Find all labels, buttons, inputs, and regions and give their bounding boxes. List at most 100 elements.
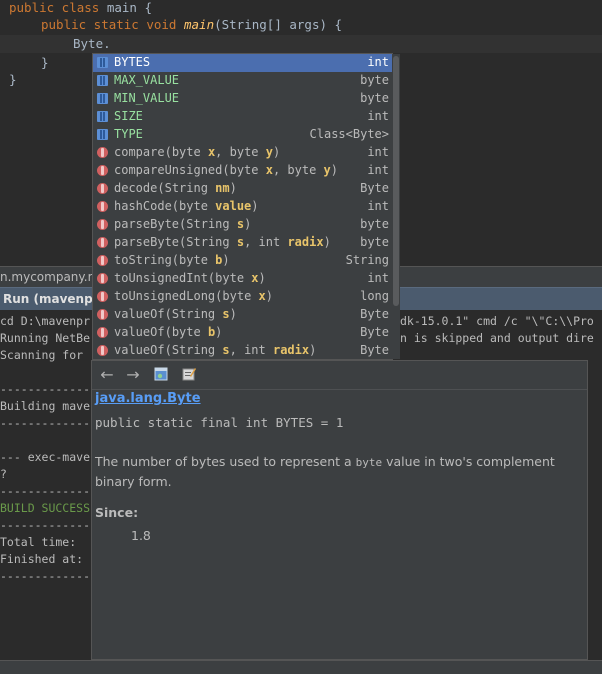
completion-item-name: MIN_VALUE: [114, 91, 180, 105]
completion-item-name: decode(String nm): [114, 181, 237, 195]
field-icon: [97, 75, 108, 86]
method-icon: [97, 327, 108, 338]
completion-item-name: SIZE: [114, 109, 143, 123]
completion-item-type: int: [367, 163, 389, 177]
method-icon: [97, 147, 108, 158]
field-icon: [97, 129, 108, 140]
output-line: Building mave: [0, 399, 91, 413]
forward-button[interactable]: →: [124, 366, 142, 384]
completion-item-name: toUnsignedInt(byte x): [114, 271, 266, 285]
javadoc-signature: public static final int BYTES = 1: [95, 415, 344, 430]
completion-item-type: byte: [360, 91, 389, 105]
completion-item[interactable]: TYPE Class<Byte>: [93, 126, 393, 144]
field-icon: [97, 57, 108, 68]
method-icon: [97, 165, 108, 176]
completion-item[interactable]: SIZE int: [93, 108, 393, 126]
code-line-2: public static void main(String[] args) {: [41, 17, 343, 32]
output-line-tail: dk-15.0.1" cmd /c "\"C:\\Pro: [400, 314, 594, 328]
completion-item[interactable]: toString(byte b) String: [93, 252, 393, 270]
completion-item[interactable]: valueOf(byte b) Byte: [93, 324, 393, 342]
completion-item-type: int: [367, 145, 389, 159]
completion-item-name: BYTES: [114, 55, 151, 69]
field-icon: [97, 93, 108, 104]
completion-item-type: byte: [360, 217, 389, 231]
completion-item-name: toString(byte b): [114, 253, 230, 267]
completion-item-type: int: [367, 271, 389, 285]
completion-item-name: parseByte(String s, int radix): [114, 235, 331, 249]
completion-item-type: String: [345, 253, 389, 267]
javadoc-since-label: Since:: [95, 505, 139, 520]
output-line-tail: n is skipped and output dire: [400, 331, 594, 345]
output-line: -------------: [0, 416, 91, 430]
output-line: ?: [0, 467, 7, 481]
completion-item-name: hashCode(byte value): [114, 199, 259, 213]
completion-item-name: valueOf(String s): [114, 307, 237, 321]
method-icon: [97, 273, 108, 284]
back-button[interactable]: ←: [98, 366, 116, 384]
method-icon: [97, 345, 108, 356]
completion-item-type: int: [367, 199, 389, 213]
completion-item[interactable]: parseByte(String s, int radix) byte: [93, 234, 393, 252]
completion-item[interactable]: MAX_VALUE byte: [93, 72, 393, 90]
status-bar: [0, 660, 602, 674]
output-line: BUILD SUCCESS: [0, 501, 91, 515]
completion-item-name: MAX_VALUE: [114, 73, 180, 87]
method-icon: [97, 309, 108, 320]
completion-item-name: valueOf(String s, int radix): [114, 343, 317, 357]
completion-item[interactable]: toUnsignedInt(byte x) int: [93, 270, 393, 288]
javadoc-description: The number of bytes used to represent a …: [95, 454, 555, 489]
completion-item-name: compareUnsigned(byte x, byte y): [114, 163, 339, 177]
completion-item-type: int: [367, 109, 389, 123]
completion-item-name: compare(byte x, byte y): [114, 145, 281, 159]
completion-item-type: Byte: [360, 325, 389, 339]
output-line: -------------: [0, 569, 91, 583]
completion-item-type: byte: [360, 73, 389, 87]
completion-item-type: long: [360, 289, 389, 303]
method-icon: [97, 255, 108, 266]
field-icon: [97, 111, 108, 122]
output-line: Running NetBe: [0, 331, 91, 345]
completion-item[interactable]: parseByte(String s) byte: [93, 216, 393, 234]
completion-item-type: byte: [360, 235, 389, 249]
output-line: --- exec-mave: [0, 450, 91, 464]
output-line: cd D:\mavenpr: [0, 314, 91, 328]
code-completion-popup[interactable]: BYTES int MAX_VALUE byte MIN_VALUE byte SIZE in…: [92, 53, 393, 360]
completion-scrollbar[interactable]: [392, 54, 400, 359]
output-line: -------------: [0, 484, 91, 498]
completion-item-type: Byte: [360, 181, 389, 195]
method-icon: [97, 219, 108, 230]
code-line-3: Byte.: [73, 36, 111, 51]
file-tab-label[interactable]: n.mycompany.ma: [0, 270, 107, 284]
javadoc-since-value: 1.8: [131, 528, 151, 543]
run-panel-title: Run (mavenpr: [3, 292, 99, 306]
completion-item[interactable]: valueOf(String s) Byte: [93, 306, 393, 324]
completion-item[interactable]: valueOf(String s, int radix) Byte: [93, 342, 393, 360]
completion-item[interactable]: decode(String nm) Byte: [93, 180, 393, 198]
completion-item-type: Class<Byte>: [309, 127, 389, 141]
completion-item[interactable]: compareUnsigned(byte x, byte y) int: [93, 162, 393, 180]
output-line: Scanning for: [0, 348, 84, 362]
completion-item[interactable]: toUnsignedLong(byte x) long: [93, 288, 393, 306]
completion-item-type: Byte: [360, 343, 389, 357]
completion-item-name: TYPE: [114, 127, 143, 141]
completion-item-name: toUnsignedLong(byte x): [114, 289, 273, 303]
completion-item[interactable]: compare(byte x, byte y) int: [93, 144, 393, 162]
completion-item[interactable]: MIN_VALUE byte: [93, 90, 393, 108]
edit-source-icon[interactable]: [182, 367, 196, 381]
javadoc-toolbar: ← →: [92, 361, 587, 390]
completion-item[interactable]: BYTES int: [93, 54, 393, 72]
completion-scrollbar-thumb[interactable]: [393, 56, 399, 306]
method-icon: [97, 237, 108, 248]
method-icon: [97, 183, 108, 194]
javadoc-class-link[interactable]: java.lang.Byte: [95, 391, 201, 406]
output-line: Finished at:: [0, 552, 84, 566]
code-line-4: }: [41, 55, 49, 70]
output-line: -------------: [0, 518, 91, 532]
method-icon: [97, 291, 108, 302]
completion-item[interactable]: hashCode(byte value) int: [93, 198, 393, 216]
method-icon: [97, 201, 108, 212]
open-in-browser-icon[interactable]: [154, 367, 168, 381]
completion-item-type: int: [367, 55, 389, 69]
completion-item-type: Byte: [360, 307, 389, 321]
completion-item-name: valueOf(byte b): [114, 325, 223, 339]
